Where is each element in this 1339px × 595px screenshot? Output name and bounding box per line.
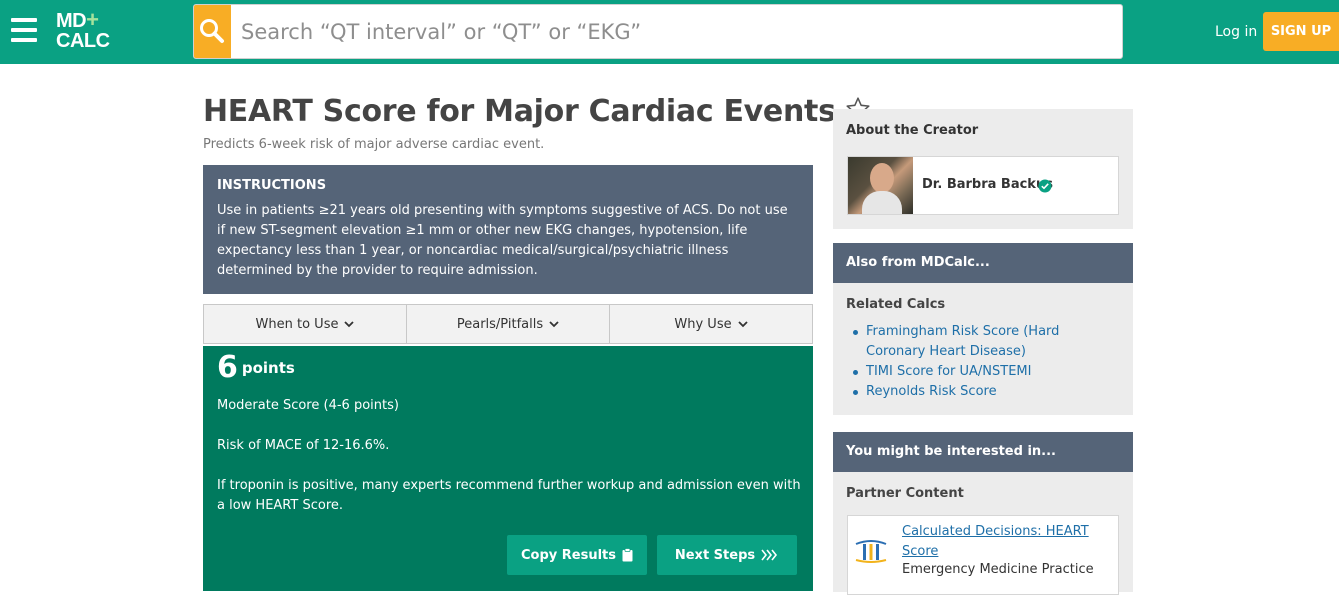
result-panel: 6 points Moderate Score (4-6 points) Risk… xyxy=(203,346,813,591)
related-calc-link[interactable]: Framingham Risk Score (Hard Coronary Hea… xyxy=(853,322,1120,362)
emergency-medicine-practice-logo-icon xyxy=(855,540,887,563)
score-unit: points xyxy=(241,358,295,377)
chevron-down-icon xyxy=(344,320,355,327)
verified-check-icon xyxy=(1038,179,1052,193)
chevron-down-icon xyxy=(549,320,559,327)
related-calc-link[interactable]: Reynolds Risk Score xyxy=(853,382,1120,402)
page-title: HEART Score for Major Cardiac Events xyxy=(203,94,836,129)
partner-content-heading: Partner Content xyxy=(846,486,964,501)
interested-panel: You might be interested in... Partner Co… xyxy=(833,432,1133,595)
page-subtitle: Predicts 6-week risk of major adverse ca… xyxy=(203,137,545,152)
creator-card[interactable]: Dr. Barbra Backus xyxy=(847,156,1119,215)
tab-label: When to Use xyxy=(255,316,339,332)
clipboard-icon xyxy=(622,548,633,562)
avatar xyxy=(848,157,913,214)
instructions-body: Use in patients ≥21 years old presenting… xyxy=(217,203,788,278)
search-button[interactable] xyxy=(194,5,231,58)
search-input[interactable] xyxy=(241,5,1101,58)
partner-content-link[interactable]: Calculated Decisions: HEART Score xyxy=(902,522,1112,562)
search-bar xyxy=(193,4,1123,59)
top-navbar: MD+ CALC Log in SIGN UP xyxy=(0,0,1339,64)
tab-label: Why Use xyxy=(674,316,732,332)
score-display: 6 points xyxy=(217,350,295,385)
title-row: HEART Score for Major Cardiac Events xyxy=(203,94,871,129)
chevron-down-icon xyxy=(737,320,748,327)
score-value: 6 xyxy=(217,350,238,385)
instructions-box: INSTRUCTIONS Use in patients ≥21 years o… xyxy=(203,165,813,294)
also-from-heading: Also from MDCalc... xyxy=(833,243,1133,283)
interested-heading: You might be interested in... xyxy=(833,432,1133,472)
triple-chevron-right-icon xyxy=(761,549,778,561)
related-calc-link[interactable]: TIMI Score for UA/NSTEMI xyxy=(853,362,1120,382)
partner-card[interactable]: Calculated Decisions: HEART Score Emerge… xyxy=(847,515,1119,595)
login-link[interactable]: Log in xyxy=(1215,24,1257,40)
hamburger-icon[interactable] xyxy=(11,18,37,42)
creator-heading: About the Creator xyxy=(846,123,979,138)
tab-when-to-use[interactable]: When to Use xyxy=(204,305,407,343)
copy-results-label: Copy Results xyxy=(520,547,616,563)
next-steps-button[interactable]: Next Steps xyxy=(657,535,797,575)
signup-button[interactable]: SIGN UP xyxy=(1263,12,1339,51)
result-note: If troponin is positive, many experts re… xyxy=(217,478,801,513)
partner-source: Emergency Medicine Practice xyxy=(902,562,1094,577)
related-calcs-heading: Related Calcs xyxy=(846,297,946,312)
tab-label: Pearls/Pitfalls xyxy=(456,316,544,332)
related-calcs-list: Framingham Risk Score (Hard Coronary Hea… xyxy=(833,312,1133,402)
instructions-heading: INSTRUCTIONS xyxy=(217,178,327,193)
risk-text: Risk of MACE of 12-16.6%. xyxy=(217,438,390,453)
creator-name: Dr. Barbra Backus xyxy=(922,177,1053,192)
next-steps-label: Next Steps xyxy=(674,547,756,563)
creator-panel: About the Creator Dr. Barbra Backus xyxy=(833,109,1133,229)
tab-pearls-pitfalls[interactable]: Pearls/Pitfalls xyxy=(407,305,610,343)
mdcalc-logo[interactable]: MD+ CALC xyxy=(56,9,110,52)
copy-results-button[interactable]: Copy Results xyxy=(507,535,647,575)
tab-why-use[interactable]: Why Use xyxy=(610,305,812,343)
info-tabs: When to Use Pearls/Pitfalls Why Use xyxy=(203,304,813,344)
score-category: Moderate Score (4-6 points) xyxy=(217,398,399,413)
also-from-panel: Also from MDCalc... Related Calcs Framin… xyxy=(833,243,1133,415)
search-icon xyxy=(200,19,224,43)
